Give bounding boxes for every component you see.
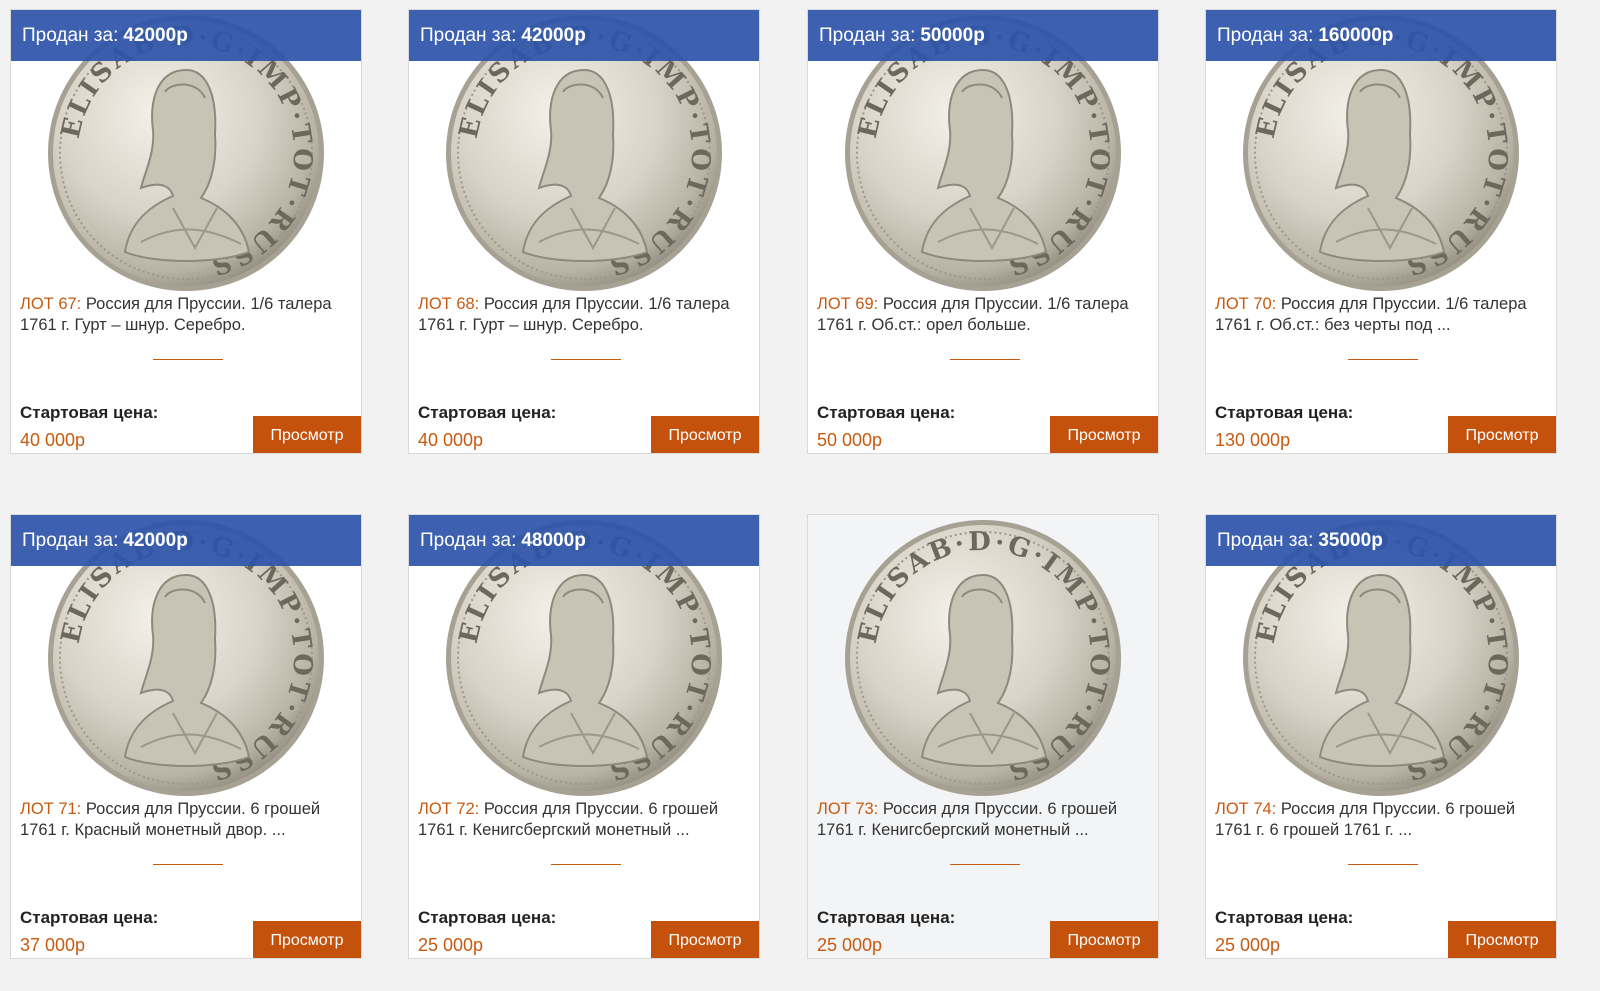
lot-card[interactable]: Продан за: 42000р ELISAB·D·G·IMP·TOT·RUS… (10, 514, 362, 959)
lot-card-hovered[interactable]: ELISAB·D·G·IMP·TOT·RUSS ЛОТ 73: Россия д… (807, 514, 1159, 959)
sold-banner: Продан за: 35000р (1206, 515, 1556, 566)
sold-price: 42000р (521, 24, 586, 46)
sold-prefix: Продан за: (420, 529, 517, 551)
view-button[interactable]: Просмотр (253, 921, 361, 958)
view-button[interactable]: Просмотр (1448, 921, 1556, 958)
lot-number: ЛОТ 73: (817, 800, 879, 818)
start-price-label: Стартовая цена: (817, 908, 956, 927)
divider (153, 864, 223, 865)
start-price-value: 25 000р (418, 935, 484, 955)
start-price-value: 25 000р (1215, 935, 1281, 955)
view-button[interactable]: Просмотр (1050, 416, 1158, 453)
lot-title[interactable]: ЛОТ 73: Россия для Пруссии. 6 грошей 176… (817, 799, 1152, 841)
view-button[interactable]: Просмотр (1050, 921, 1158, 958)
lot-number: ЛОТ 70: (1215, 295, 1277, 313)
lot-number: ЛОТ 69: (817, 295, 879, 313)
sold-price: 160000р (1318, 24, 1394, 46)
sold-prefix: Продан за: (420, 24, 517, 46)
lot-number: ЛОТ 72: (418, 800, 480, 818)
lot-number: ЛОТ 71: (20, 800, 82, 818)
divider (551, 864, 621, 865)
lot-card[interactable]: Продан за: 50000р ELISAB·D·G·IMP·TOT·RUS… (807, 9, 1159, 454)
view-button[interactable]: Просмотр (1448, 416, 1556, 453)
start-price-value: 40 000р (20, 430, 86, 450)
start-price-label: Стартовая цена: (1215, 908, 1354, 927)
sold-price: 42000р (123, 24, 188, 46)
start-price-label: Стартовая цена: (817, 403, 956, 422)
lot-number: ЛОТ 74: (1215, 800, 1277, 818)
lot-title[interactable]: ЛОТ 71: Россия для Пруссии. 6 грошей 176… (20, 799, 355, 841)
sold-banner: Продан за: 160000р (1206, 10, 1556, 61)
sold-prefix: Продан за: (22, 529, 119, 551)
sold-prefix: Продан за: (22, 24, 119, 46)
divider (950, 864, 1020, 865)
lot-card[interactable]: Продан за: 48000р ELISAB·D·G·IMP·TOT·RUS… (408, 514, 760, 959)
start-price-label: Стартовая цена: (1215, 403, 1354, 422)
sold-prefix: Продан за: (1217, 529, 1314, 551)
lot-card[interactable]: Продан за: 35000р ELISAB·D·G·IMP·TOT·RUS… (1205, 514, 1557, 959)
start-price-value: 50 000р (817, 430, 883, 450)
sold-price: 42000р (123, 529, 188, 551)
lot-number: ЛОТ 68: (418, 295, 480, 313)
start-price-value: 37 000р (20, 935, 86, 955)
coin-photo[interactable]: ELISAB·D·G·IMP·TOT·RUSS (808, 517, 1158, 799)
lot-title[interactable]: ЛОТ 70: Россия для Пруссии. 1/6 талера 1… (1215, 294, 1550, 336)
view-button[interactable]: Просмотр (651, 921, 759, 958)
start-price-label: Стартовая цена: (20, 403, 159, 422)
sold-price: 50000р (920, 24, 985, 46)
sold-banner: Продан за: 48000р (409, 515, 759, 566)
lot-number: ЛОТ 67: (20, 295, 82, 313)
sold-prefix: Продан за: (1217, 24, 1314, 46)
lot-grid: Продан за: 42000р ELISAB·D·G·IMP·TOT·RUS… (0, 0, 1600, 991)
divider (950, 359, 1020, 360)
start-price-value: 40 000р (418, 430, 484, 450)
sold-prefix: Продан за: (819, 24, 916, 46)
divider (1348, 864, 1418, 865)
start-price-label: Стартовая цена: (20, 908, 159, 927)
sold-price: 48000р (521, 529, 586, 551)
lot-card[interactable]: Продан за: 42000р ELISAB·D·G·IMP·TOT·RUS… (10, 9, 362, 454)
view-button[interactable]: Просмотр (253, 416, 361, 453)
sold-banner: Продан за: 50000р (808, 10, 1158, 61)
lot-title[interactable]: ЛОТ 67: Россия для Пруссии. 1/6 талера 1… (20, 294, 355, 336)
sold-banner: Продан за: 42000р (11, 515, 361, 566)
start-price-label: Стартовая цена: (418, 403, 557, 422)
sold-banner: Продан за: 42000р (11, 10, 361, 61)
divider (551, 359, 621, 360)
sold-price: 35000р (1318, 529, 1383, 551)
divider (153, 359, 223, 360)
lot-title[interactable]: ЛОТ 69: Россия для Пруссии. 1/6 талера 1… (817, 294, 1152, 336)
sold-banner: Продан за: 42000р (409, 10, 759, 61)
start-price-label: Стартовая цена: (418, 908, 557, 927)
lot-card[interactable]: Продан за: 42000р ELISAB·D·G·IMP·TOT·RUS… (408, 9, 760, 454)
lot-title[interactable]: ЛОТ 74: Россия для Пруссии. 6 грошей 176… (1215, 799, 1550, 841)
coin-image[interactable]: ELISAB·D·G·IMP·TOT·RUSS (842, 517, 1124, 799)
start-price-value: 25 000р (817, 935, 883, 955)
view-button[interactable]: Просмотр (651, 416, 759, 453)
start-price-value: 130 000р (1215, 430, 1291, 450)
lot-card[interactable]: Продан за: 160000р ELISAB·D·G·IMP·TOT·RU… (1205, 9, 1557, 454)
lot-title[interactable]: ЛОТ 68: Россия для Пруссии. 1/6 талера 1… (418, 294, 753, 336)
divider (1348, 359, 1418, 360)
lot-title[interactable]: ЛОТ 72: Россия для Пруссии. 6 грошей 176… (418, 799, 753, 841)
